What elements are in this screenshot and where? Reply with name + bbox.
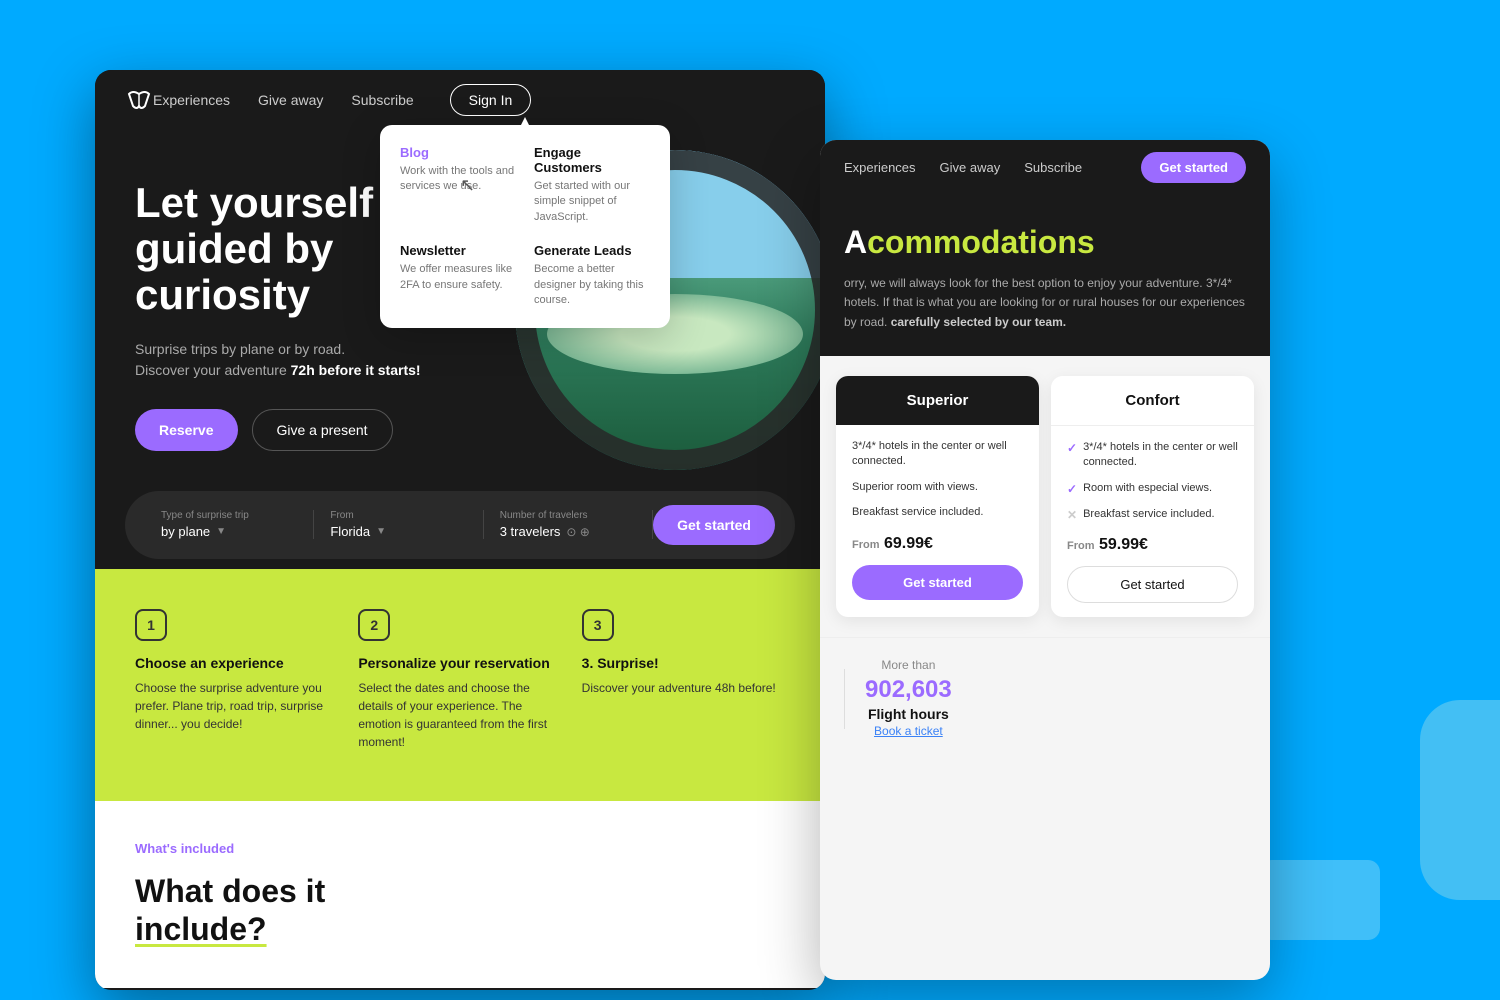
superior-header: Superior: [836, 376, 1039, 425]
pricing-section: Superior 3*/4* hotels in the center or w…: [820, 356, 1270, 637]
step-1-desc: Choose the surprise adventure you prefer…: [135, 679, 338, 733]
from-label: From: [330, 510, 466, 521]
section-label: What's included: [135, 841, 785, 856]
superior-feature-1: 3*/4* hotels in the center or well conne…: [852, 439, 1023, 470]
popup-item-newsletter-title: Newsletter: [400, 243, 516, 258]
confort-price: From 59.99€: [1067, 536, 1238, 554]
left-navbar: Experiences Give away Subscribe Sign In: [95, 70, 825, 130]
popup-item-leads-desc: Become a better designer by taking this …: [534, 262, 650, 308]
right-nav-subscribe[interactable]: Subscribe: [1024, 160, 1082, 175]
cross-icon: ✕: [1067, 507, 1077, 524]
trip-type-field[interactable]: Type of surprise trip by plane ▼: [145, 510, 314, 539]
right-hero: Acommodations orry, we will always look …: [820, 195, 1270, 356]
step-3: 3 3. Surprise! Discover your adventure 4…: [582, 609, 785, 751]
nav-link-giveaway[interactable]: Give away: [258, 92, 323, 108]
right-hero-title: Acommodations: [844, 225, 1246, 260]
popup-item-leads[interactable]: Generate Leads Become a better designer …: [534, 243, 650, 308]
step-3-desc: Discover your adventure 48h before!: [582, 679, 785, 697]
travelers-value: 3 travelers ⊙ ⊕: [500, 524, 636, 539]
step-1: 1 Choose an experience Choose the surpri…: [135, 609, 338, 751]
check-icon-2: ✓: [1067, 481, 1077, 498]
steps-grid: 1 Choose an experience Choose the surpri…: [135, 609, 785, 751]
nav-link-subscribe[interactable]: Subscribe: [351, 92, 413, 108]
pricing-card-confort: Confort ✓ 3*/4* hotels in the center or …: [1051, 376, 1254, 617]
search-bar: Type of surprise trip by plane ▼ From Fl…: [125, 491, 795, 559]
confort-header: Confort: [1051, 376, 1254, 426]
popup-item-newsletter[interactable]: Newsletter We offer measures like 2FA to…: [400, 243, 516, 308]
gift-button[interactable]: Give a present: [252, 409, 393, 451]
superior-title: Superior: [852, 392, 1023, 409]
nav-link-experiences[interactable]: Experiences: [153, 92, 230, 108]
right-get-started-button[interactable]: Get started: [1141, 152, 1246, 183]
popup-item-engage[interactable]: Engage Customers Get started with our si…: [534, 145, 650, 225]
step-2-title: Personalize your reservation: [358, 655, 561, 671]
step-1-number: 1: [135, 609, 167, 641]
popup-grid: Blog Work with the tools and services we…: [400, 145, 650, 308]
traveler-icons: ⊙ ⊕: [566, 525, 589, 539]
logo[interactable]: [125, 86, 153, 114]
decorative-shape-bottom: [1260, 860, 1380, 940]
popup-item-leads-title: Generate Leads: [534, 243, 650, 258]
superior-price: From 69.99€: [852, 532, 1023, 553]
stats-text: More than 902,603 Flight hours Book a ti…: [865, 658, 952, 740]
popup-item-blog[interactable]: Blog Work with the tools and services we…: [400, 145, 516, 225]
confort-get-started-button[interactable]: Get started: [1067, 566, 1238, 603]
popup-item-newsletter-desc: We offer measures like 2FA to ensure saf…: [400, 262, 516, 293]
section-title: What does it include?: [135, 872, 785, 949]
confort-feature-1: ✓ 3*/4* hotels in the center or well con…: [1067, 440, 1238, 471]
step-2-desc: Select the dates and choose the details …: [358, 679, 561, 751]
popup-item-engage-title: Engage Customers: [534, 145, 650, 175]
reserve-button[interactable]: Reserve: [135, 409, 238, 451]
book-ticket-link[interactable]: Book a ticket: [874, 724, 943, 738]
check-icon-1: ✓: [1067, 440, 1077, 457]
right-hero-desc: orry, we will always look for the best o…: [844, 274, 1246, 332]
popup-item-engage-desc: Get started with our simple snippet of J…: [534, 179, 650, 225]
superior-body: 3*/4* hotels in the center or well conne…: [836, 425, 1039, 615]
steps-section: 1 Choose an experience Choose the surpri…: [95, 569, 825, 801]
stats-section: More than 902,603 Flight hours Book a ti…: [820, 637, 1270, 760]
confort-body: ✓ 3*/4* hotels in the center or well con…: [1051, 426, 1254, 617]
whats-included-section: What's included What does it include?: [95, 801, 825, 989]
popup-item-blog-desc: Work with the tools and services we use.: [400, 164, 516, 195]
signin-button[interactable]: Sign In: [450, 84, 532, 116]
right-nav-giveaway[interactable]: Give away: [940, 160, 1001, 175]
trip-type-value: by plane ▼: [161, 524, 297, 539]
superior-feature-2: Superior room with views.: [852, 480, 1023, 495]
stats-divider: [844, 669, 845, 729]
confort-feature-3: ✕ Breakfast service included.: [1067, 507, 1238, 524]
confort-feature-2: ✓ Room with especial views.: [1067, 481, 1238, 498]
superior-get-started-button[interactable]: Get started: [852, 565, 1023, 600]
left-nav-links: Experiences Give away Subscribe Sign In: [153, 84, 531, 116]
step-1-title: Choose an experience: [135, 655, 338, 671]
from-value: Florida ▼: [330, 524, 466, 539]
step-3-title: 3. Surprise!: [582, 655, 785, 671]
decorative-shape-right: [1420, 700, 1500, 900]
confort-title: Confort: [1067, 392, 1238, 409]
step-2-number: 2: [358, 609, 390, 641]
dropdown-popup: Blog Work with the tools and services we…: [380, 125, 670, 328]
stats-label: More than: [865, 658, 952, 672]
right-nav-experiences[interactable]: Experiences: [844, 160, 916, 175]
superior-feature-3: Breakfast service included.: [852, 505, 1023, 520]
chevron-down-icon-2: ▼: [376, 526, 386, 537]
from-field[interactable]: From Florida ▼: [314, 510, 483, 539]
trip-type-label: Type of surprise trip: [161, 510, 297, 521]
right-window: Experiences Give away Subscribe Get star…: [820, 140, 1270, 980]
step-3-number: 3: [582, 609, 614, 641]
travelers-label: Number of travelers: [500, 510, 636, 521]
search-button[interactable]: Get started: [653, 505, 775, 545]
step-2: 2 Personalize your reservation Select th…: [358, 609, 561, 751]
travelers-field[interactable]: Number of travelers 3 travelers ⊙ ⊕: [484, 510, 653, 539]
popup-item-blog-title: Blog: [400, 145, 516, 160]
pricing-card-superior: Superior 3*/4* hotels in the center or w…: [836, 376, 1039, 617]
chevron-down-icon: ▼: [216, 526, 226, 537]
stats-number: 902,603: [865, 676, 952, 704]
right-navbar: Experiences Give away Subscribe Get star…: [820, 140, 1270, 195]
stats-unit: Flight hours: [865, 706, 952, 722]
